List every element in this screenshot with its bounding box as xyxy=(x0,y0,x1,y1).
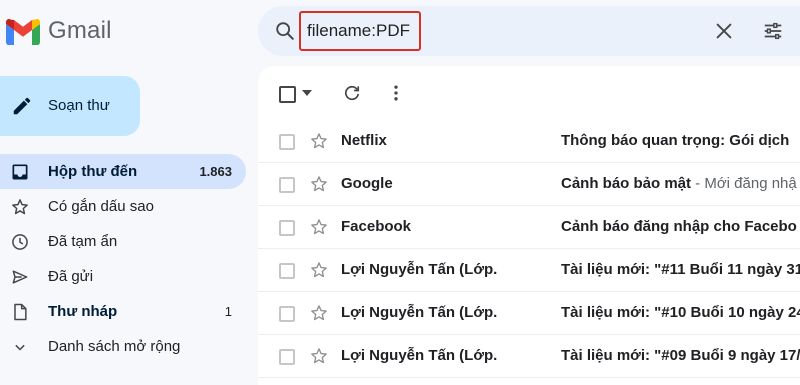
clock-icon xyxy=(12,234,28,250)
search-icon[interactable] xyxy=(274,20,296,42)
star-icon[interactable] xyxy=(309,260,329,280)
table-row[interactable]: Lợi Nguyễn Tấn (Lớp. Tài liệu mới: "#11 … xyxy=(258,249,800,292)
sidebar-item-label: Danh sách mở rộng xyxy=(48,338,181,355)
more-vert-icon[interactable] xyxy=(386,83,406,103)
sidebar-item-label: Hộp thư đến xyxy=(48,163,138,180)
compose-label: Soạn thư xyxy=(48,97,110,114)
sidebar-item-label: Có gắn dấu sao xyxy=(48,198,154,215)
app-name: Gmail xyxy=(48,17,112,44)
mail-toolbar xyxy=(258,66,800,118)
send-icon xyxy=(12,270,28,284)
message-preview: Tài liệu mới: "#09 Buổi 9 ngày 17/ xyxy=(561,347,800,364)
sidebar-item-more[interactable]: Danh sách mở rộng xyxy=(0,329,246,364)
search-bar xyxy=(258,6,800,56)
chevron-down-icon xyxy=(15,344,25,351)
message-preview: Thông báo quan trọng: Gói dịch xyxy=(561,132,800,149)
subject: Tài liệu mới: "#09 Buổi 9 ngày 17/ xyxy=(561,347,800,364)
message-preview: Cảnh báo bảo mật - Mới đăng nhậ xyxy=(561,175,800,192)
sender-name: Facebook xyxy=(341,218,412,235)
sidebar-item-label: Thư nháp xyxy=(48,303,118,320)
table-row[interactable]: Lợi Nguyễn Tấn (Lớp. Tài liệu mới: "#09 … xyxy=(258,335,800,378)
sender-name: Lợi Nguyễn Tấn (Lớp. xyxy=(341,304,498,321)
sidebar-item-snoozed[interactable]: Đã tạm ẩn xyxy=(0,224,246,259)
message-preview: Tài liệu mới: "#11 Buổi 11 ngày 31/ xyxy=(561,261,800,278)
caret-down-icon[interactable] xyxy=(302,90,312,96)
draft-count: 1 xyxy=(224,304,232,319)
star-icon[interactable] xyxy=(309,131,329,151)
subject: Thông báo quan trọng: Gói dịch xyxy=(561,132,790,149)
draft-icon xyxy=(14,303,27,321)
sidebar-item-drafts[interactable]: Thư nháp 1 xyxy=(0,294,246,329)
star-icon[interactable] xyxy=(309,303,329,323)
sender-name: Google xyxy=(341,175,393,192)
gmail-logo-icon xyxy=(6,18,40,45)
table-row[interactable]: Lợi Nguyễn Tấn (Lớp. Tài liệu mới: "#10 … xyxy=(258,292,800,335)
sidebar-item-label: Đã gửi xyxy=(48,268,94,285)
row-checkbox[interactable] xyxy=(279,177,295,193)
subject: Cảnh báo bảo mật xyxy=(561,175,692,192)
message-preview: Tài liệu mới: "#10 Buổi 10 ngày 24 xyxy=(561,304,800,321)
inbox-icon xyxy=(12,164,28,180)
sidebar-item-starred[interactable]: Có gắn dấu sao xyxy=(0,189,246,224)
row-checkbox[interactable] xyxy=(279,263,295,279)
close-icon[interactable] xyxy=(713,20,735,42)
row-checkbox[interactable] xyxy=(279,349,295,365)
star-icon xyxy=(12,199,28,215)
table-row[interactable]: Google Cảnh báo bảo mật - Mới đăng nhậ xyxy=(258,163,800,206)
sidebar-item-inbox[interactable]: Hộp thư đến 1.863 xyxy=(0,154,246,189)
select-all-checkbox[interactable] xyxy=(279,86,296,103)
search-options-icon[interactable] xyxy=(761,20,785,42)
subject: Tài liệu mới: "#10 Buổi 10 ngày 24 xyxy=(561,304,800,321)
refresh-icon[interactable] xyxy=(342,83,362,103)
gmail-brand[interactable]: Gmail xyxy=(0,0,250,64)
search-input[interactable] xyxy=(299,11,421,51)
sender-name: Lợi Nguyễn Tấn (Lớp. xyxy=(341,261,498,278)
sidebar-item-label: Đã tạm ẩn xyxy=(48,233,118,250)
table-row[interactable]: Facebook Cảnh báo đăng nhập cho Facebo xyxy=(258,206,800,249)
mail-list-panel: Netflix Thông báo quan trọng: Gói dịch G… xyxy=(258,66,800,385)
sidebar-item-sent[interactable]: Đã gửi xyxy=(0,259,246,294)
star-icon[interactable] xyxy=(309,217,329,237)
table-row[interactable]: Netflix Thông báo quan trọng: Gói dịch xyxy=(258,120,800,163)
sender-name: Lợi Nguyễn Tấn (Lớp. xyxy=(341,347,498,364)
row-checkbox[interactable] xyxy=(279,134,295,150)
message-preview: Cảnh báo đăng nhập cho Facebo xyxy=(561,218,800,235)
star-icon[interactable] xyxy=(309,346,329,366)
row-checkbox[interactable] xyxy=(279,220,295,236)
row-checkbox[interactable] xyxy=(279,306,295,322)
subject: Tài liệu mới: "#11 Buổi 11 ngày 31/ xyxy=(561,261,800,278)
compose-button[interactable]: Soạn thư xyxy=(0,76,140,136)
subject: Cảnh báo đăng nhập cho Facebo xyxy=(561,218,797,235)
sidebar-nav: Hộp thư đến 1.863 Có gắn dấu sao Đã tạm … xyxy=(0,154,246,364)
pencil-icon xyxy=(13,97,31,115)
mail-rows: Netflix Thông báo quan trọng: Gói dịch G… xyxy=(258,120,800,378)
star-icon[interactable] xyxy=(309,174,329,194)
sender-name: Netflix xyxy=(341,132,387,149)
snippet: - Mới đăng nhậ xyxy=(691,175,797,192)
unread-count: 1.863 xyxy=(199,164,232,179)
